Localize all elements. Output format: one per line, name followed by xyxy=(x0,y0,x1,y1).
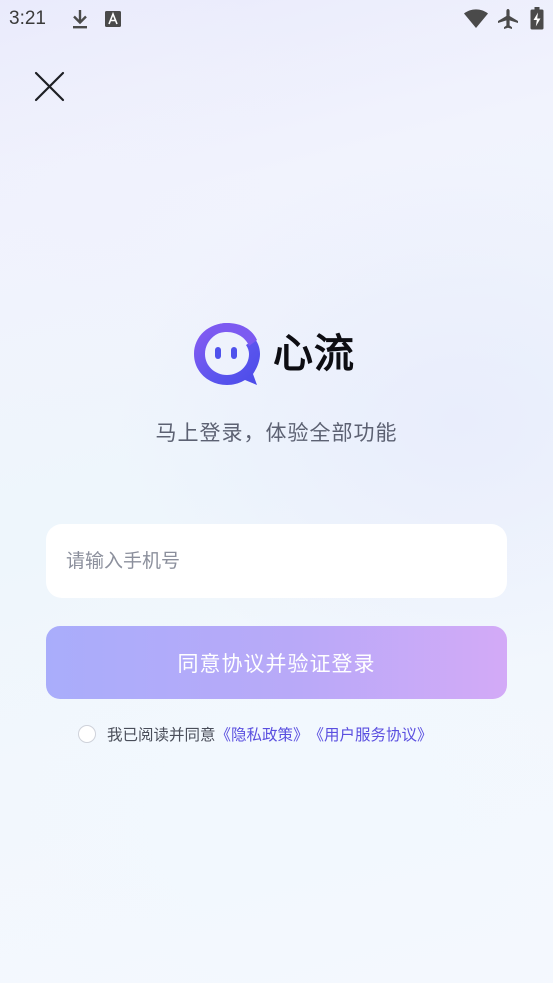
phone-number-input[interactable] xyxy=(46,524,507,598)
brand-name: 心流 xyxy=(273,331,355,377)
brand-logo-icon xyxy=(194,323,260,385)
login-subtitle: 马上登录，体验全部功能 xyxy=(155,421,398,445)
agreement-text: 我已阅读并同意 xyxy=(107,726,216,744)
close-icon xyxy=(34,71,65,102)
agreement-row: 我已阅读并同意 《隐私政策》 《用户服务协议》 xyxy=(78,722,433,746)
status-bar: 3:21 xyxy=(0,0,553,38)
font-notification-icon xyxy=(104,10,122,32)
background xyxy=(0,0,553,983)
status-time: 3:21 xyxy=(9,8,46,29)
wifi-icon xyxy=(463,9,489,33)
brand-header: 心流 xyxy=(191,318,371,390)
close-button[interactable] xyxy=(28,66,70,108)
privacy-policy-link[interactable]: 《隐私政策》 xyxy=(216,723,309,745)
agree-and-login-button[interactable]: 同意协议并验证登录 xyxy=(46,626,507,699)
battery-charging-icon xyxy=(530,7,544,34)
airplane-mode-icon xyxy=(496,8,520,34)
user-service-agreement-link[interactable]: 《用户服务协议》 xyxy=(309,723,433,745)
download-icon xyxy=(70,8,90,34)
agreement-checkbox[interactable] xyxy=(78,725,96,743)
